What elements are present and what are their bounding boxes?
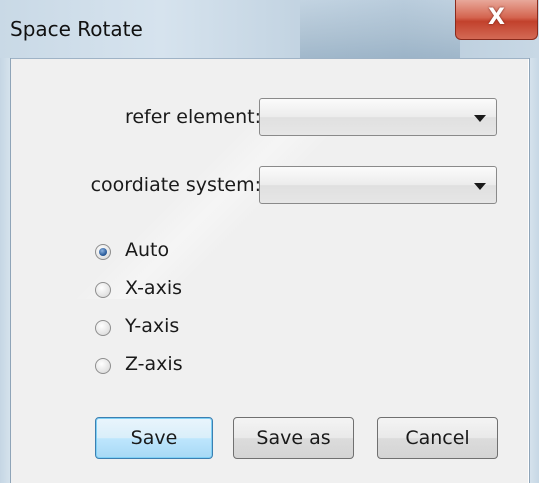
refer-element-label: refer element: (124, 106, 261, 128)
close-icon: X (488, 5, 505, 30)
dialog-body: refer element: coordiate system: Auto X-… (11, 59, 528, 483)
refer-element-dropdown[interactable] (259, 98, 497, 136)
save-as-button[interactable]: Save as (233, 417, 354, 459)
window-frame-left (0, 58, 11, 483)
close-button[interactable]: X (455, 0, 538, 40)
radio-auto[interactable] (95, 244, 111, 260)
chevron-down-icon (474, 115, 486, 122)
window-title: Space Rotate (10, 17, 143, 41)
title-bar-shade (300, 0, 460, 58)
save-button[interactable]: Save (95, 417, 213, 459)
radio-label-auto: Auto (125, 239, 170, 261)
radio-label-z-axis: Z-axis (125, 353, 183, 375)
radio-z-axis[interactable] (95, 358, 111, 374)
space-rotate-dialog: Space Rotate X refer element: coordiate … (0, 0, 539, 483)
window-frame-right (529, 58, 539, 483)
radio-label-y-axis: Y-axis (125, 315, 180, 337)
chevron-down-icon (474, 183, 486, 190)
cancel-button[interactable]: Cancel (377, 417, 498, 459)
radio-y-axis[interactable] (95, 320, 111, 336)
title-bar[interactable]: Space Rotate X (0, 0, 539, 59)
radio-label-x-axis: X-axis (125, 277, 182, 299)
radio-x-axis[interactable] (95, 282, 111, 298)
coordinate-system-label: coordiate system: (90, 174, 261, 196)
coordinate-system-dropdown[interactable] (259, 166, 497, 204)
